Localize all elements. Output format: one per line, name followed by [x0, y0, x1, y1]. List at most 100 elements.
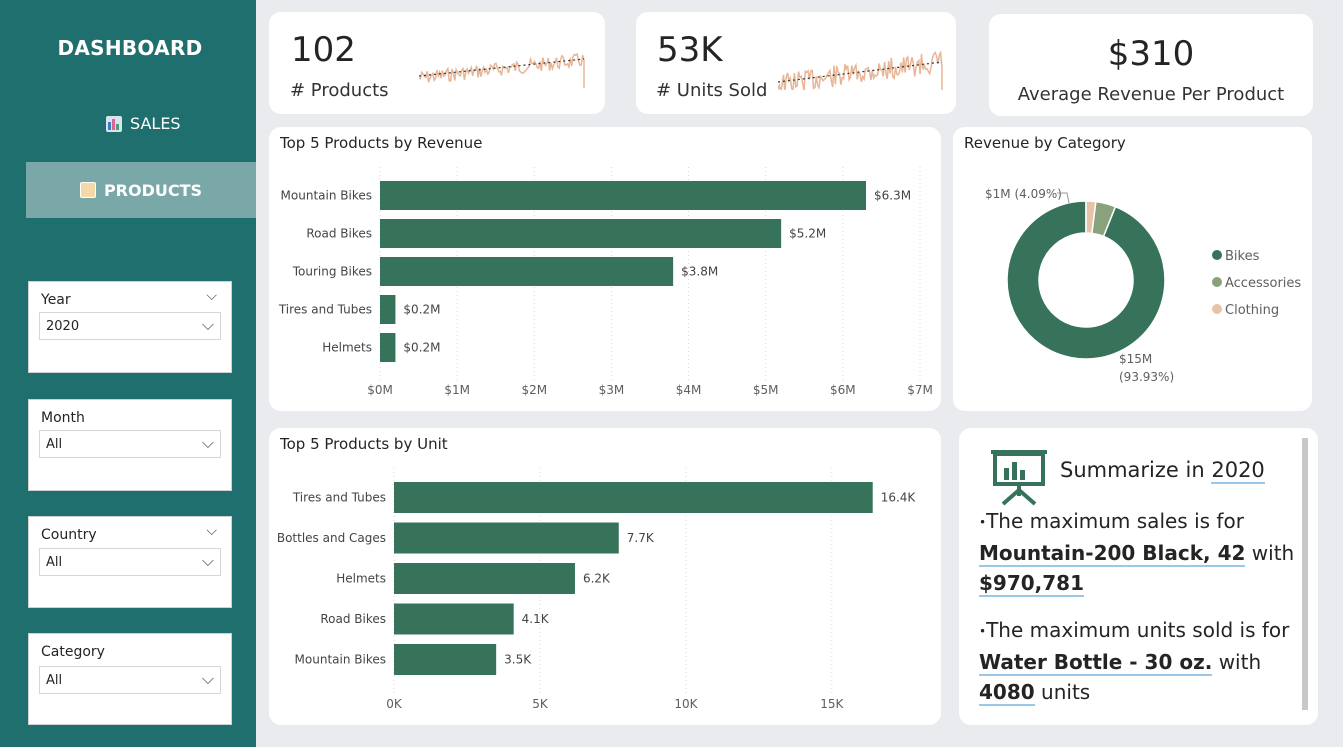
dashboard-title: DASHBOARD — [57, 36, 203, 60]
units-sparkline — [778, 50, 943, 90]
category-dropdown-value: All — [46, 673, 63, 688]
bar[interactable] — [380, 219, 782, 248]
chevron-down-icon[interactable]: ⌵ — [206, 288, 217, 304]
x-tick-label: $5M — [753, 383, 779, 397]
nav-sales-button[interactable]: SALES — [106, 114, 181, 133]
category-label: Helmets — [322, 341, 372, 355]
category-label: Mountain Bikes — [281, 189, 372, 203]
donut-accessories-label: $1M (4.09%) — [985, 187, 1062, 201]
chevron-down-icon: ⌵ — [201, 433, 214, 452]
summary-units-text: •The maximum units sold is for Water Bot… — [979, 618, 1290, 706]
country-dropdown[interactable]: All ⌵ — [39, 548, 221, 576]
bar[interactable] — [380, 181, 866, 210]
chevron-down-icon[interactable]: ⌵ — [206, 523, 217, 539]
kpi-units-value: 53K — [657, 30, 723, 70]
category-label: Helmets — [336, 572, 386, 586]
summary-sales-mid: with — [1251, 540, 1295, 565]
kpi-products-card: 102 # Products — [269, 12, 605, 114]
nav-products-button[interactable]: PRODUCTS — [26, 162, 256, 218]
category-dropdown[interactable]: All ⌵ — [39, 666, 221, 694]
sparkline-line — [419, 52, 585, 88]
month-dropdown-value: All — [46, 437, 63, 452]
data-label: $5.2M — [789, 227, 826, 241]
country-dropdown-value: All — [46, 555, 63, 570]
year-dropdown-value: 2020 — [46, 319, 80, 334]
chevron-down-icon: ⌵ — [201, 551, 214, 570]
category-label: Touring Bikes — [292, 265, 372, 279]
x-tick-label: 10K — [674, 697, 698, 711]
summary-units-mid: with — [1218, 649, 1262, 674]
legend-label[interactable]: Bikes — [1225, 249, 1260, 264]
bar-chart-icon — [106, 115, 122, 132]
category-donut-chart: $15M (93.93%) $1M (4.09%) Bikes Accessories C… — [985, 187, 1301, 384]
legend-label[interactable]: Clothing — [1225, 303, 1279, 318]
country-slicer-label: Country — [41, 527, 97, 543]
category-label: Bottles and Cages — [277, 531, 386, 545]
x-tick-label: $0M — [367, 383, 393, 397]
legend-marker — [1212, 304, 1222, 314]
kpi-products-value: 102 — [291, 30, 356, 70]
summary-scrollbar[interactable] — [1302, 438, 1308, 710]
category-label: Tires and Tubes — [278, 303, 372, 317]
x-tick-label: 5K — [532, 697, 549, 711]
bar[interactable] — [380, 333, 396, 362]
summary-year: 2020 — [1211, 458, 1265, 484]
legend-marker — [1212, 250, 1222, 260]
month-slicer-label: Month — [41, 410, 85, 426]
sidebar: DASHBOARD SALES PRODUCTS Year ⌵ 2020 ⌵ M… — [0, 0, 256, 747]
kpi-units-card: 53K # Units Sold — [636, 12, 956, 114]
year-slicer-label: Year — [41, 292, 71, 308]
summary-units-pre: The maximum units sold is for — [986, 618, 1290, 642]
summary-sales-product: Mountain-200 Black, 42 — [979, 540, 1246, 567]
bar[interactable] — [380, 257, 674, 286]
year-slicer: Year ⌵ 2020 ⌵ — [28, 281, 232, 373]
bar[interactable] — [394, 482, 873, 513]
data-label: $0.2M — [403, 303, 440, 317]
revenue-bar-chart-card: Top 5 Products by Revenue $0M $1M $2M $3M $4… — [269, 127, 941, 411]
data-label: $3.8M — [681, 265, 718, 279]
x-tick-label: $4M — [676, 383, 702, 397]
year-dropdown[interactable]: 2020 ⌵ — [39, 312, 221, 340]
x-tick-label: 15K — [820, 697, 844, 711]
category-slicer-label: Category — [41, 644, 105, 660]
kpi-avg-revenue-label: Average Revenue Per Product — [1017, 84, 1285, 105]
bar[interactable] — [394, 563, 575, 594]
x-tick-label: $1M — [444, 383, 470, 397]
summary-sales-text: •The maximum sales is for Mountain-200 B… — [979, 509, 1295, 597]
data-label: 16.4K — [881, 491, 917, 505]
data-label: 6.2K — [583, 572, 611, 586]
presentation-chart-icon — [991, 450, 1047, 506]
trend-line — [778, 61, 943, 83]
category-label: Tires and Tubes — [292, 491, 386, 505]
bar[interactable] — [394, 603, 514, 635]
legend-label[interactable]: Accessories — [1225, 276, 1301, 291]
month-dropdown[interactable]: All ⌵ — [39, 430, 221, 458]
kpi-products-label: # Products — [290, 80, 389, 101]
summary-sales-pre: The maximum sales is for — [986, 509, 1244, 533]
category-label: Road Bikes — [306, 227, 372, 241]
data-label: $6.3M — [874, 189, 911, 203]
month-slicer: Month All ⌵ — [28, 399, 232, 491]
data-label: 3.5K — [504, 653, 532, 667]
summary-units-product: Water Bottle - 30 oz. — [979, 649, 1213, 676]
summary-card: Summarize in 2020 •The maximum sales is … — [959, 428, 1318, 725]
kpi-units-label: # Units Sold — [656, 80, 768, 101]
bar[interactable] — [394, 522, 619, 554]
units-bar-chart: 0K 5K 10K 15K Tires and Tubes 16.4K Bottles an… — [277, 468, 917, 711]
category-label: Road Bikes — [320, 612, 386, 626]
bar[interactable] — [394, 644, 497, 675]
x-tick-label: 0K — [386, 697, 403, 711]
data-label: $0.2M — [403, 341, 440, 355]
nav-products-label: PRODUCTS — [103, 180, 203, 200]
nav-sales-label: SALES — [130, 114, 181, 133]
kpi-avg-revenue-card: $310 Average Revenue Per Product — [989, 14, 1313, 116]
summary-heading: Summarize in 2020 — [1060, 458, 1265, 484]
summary-units-post: units — [1041, 679, 1091, 704]
bar[interactable] — [380, 295, 396, 324]
country-slicer: Country ⌵ All ⌵ — [28, 516, 232, 608]
category-donut-card: Revenue by Category $15M (93.93%) $1M (4.0… — [953, 127, 1312, 411]
category-slicer: Category All ⌵ — [28, 633, 232, 725]
kpi-avg-revenue-value: $310 — [1107, 34, 1195, 74]
donut-value-label: $15M — [1119, 352, 1152, 366]
sparkline-line — [778, 50, 943, 90]
